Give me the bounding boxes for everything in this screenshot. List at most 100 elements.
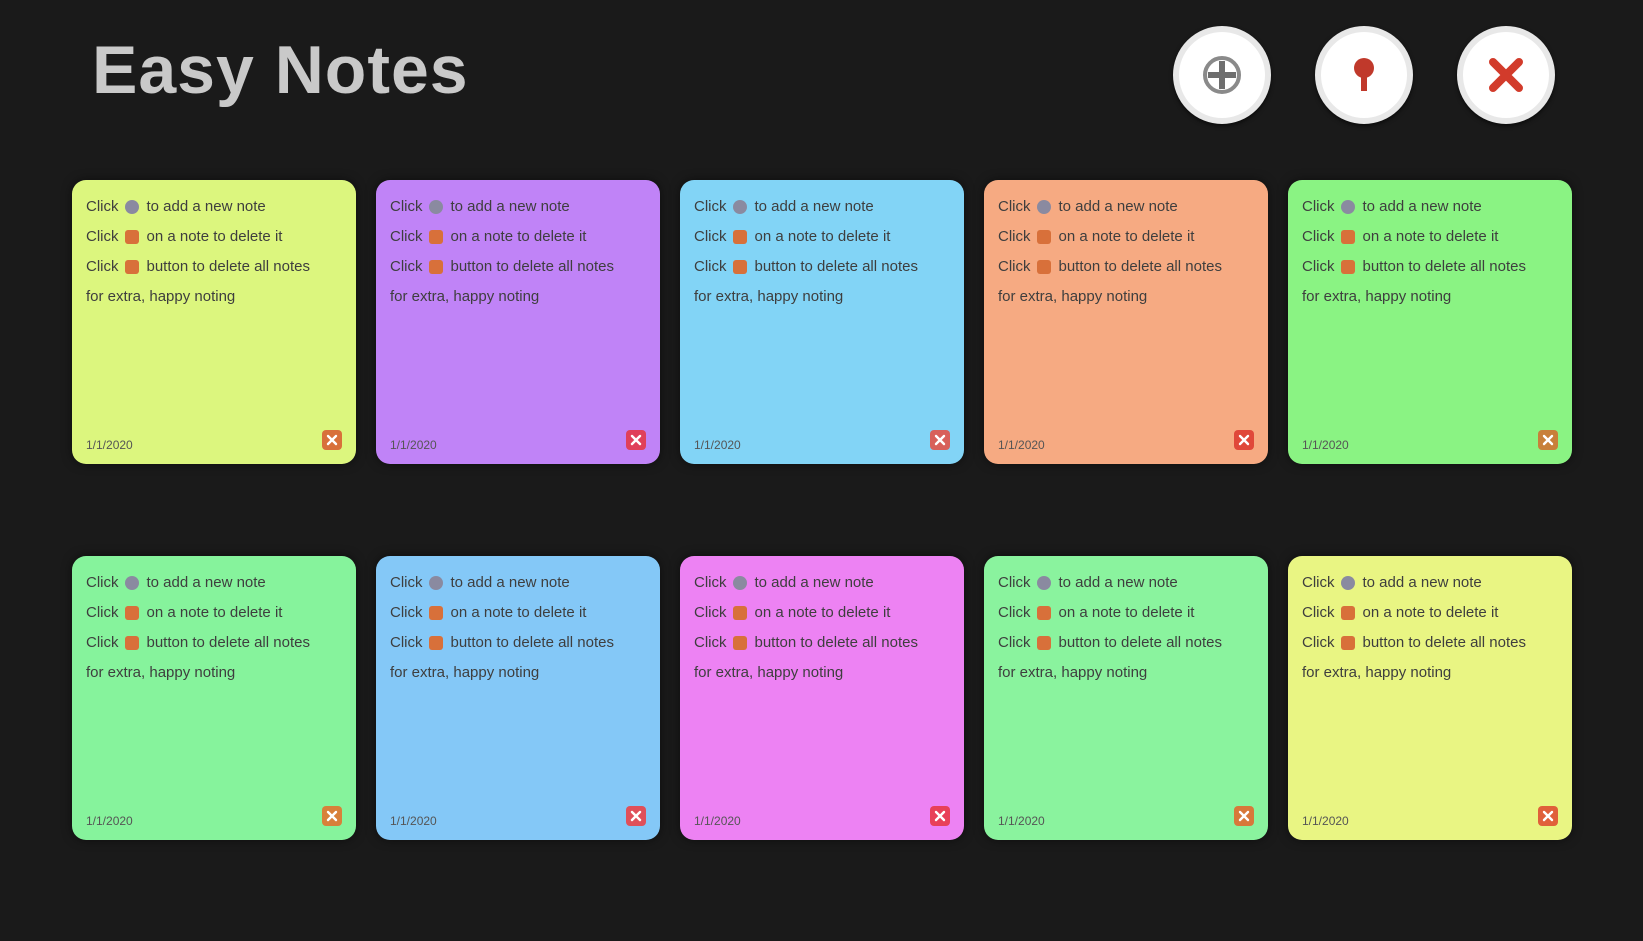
close-button[interactable]: [1457, 26, 1555, 124]
note-card[interactable]: Click to add a new note Click on a note …: [72, 556, 356, 840]
note-line-prefix: Click: [998, 604, 1031, 621]
note-line: Click on a note to delete it: [694, 598, 952, 628]
note-line: for extra, happy noting: [998, 282, 1256, 312]
note-line: Click to add a new note: [998, 192, 1256, 222]
note-card[interactable]: Click to add a new note Click on a note …: [1288, 556, 1572, 840]
notes-grid: Click to add a new note Click on a note …: [72, 180, 1572, 840]
close-icon: [934, 810, 946, 822]
note-line: Click button to delete all notes: [390, 628, 648, 658]
plus-icon: [1203, 56, 1241, 94]
note-line: for extra, happy noting: [1302, 658, 1560, 688]
note-card[interactable]: Click to add a new note Click on a note …: [376, 180, 660, 464]
close-icon: [1542, 434, 1554, 446]
note-line: Click to add a new note: [694, 568, 952, 598]
close-icon: [1238, 434, 1250, 446]
note-line-text: button to delete all notes: [754, 634, 918, 651]
note-delete-button[interactable]: [1538, 430, 1558, 450]
note-line-text: to add a new note: [1362, 574, 1482, 591]
note-line-text: to add a new note: [450, 574, 570, 591]
note-date: 1/1/2020: [390, 814, 437, 828]
note-line-text: on a note to delete it: [754, 604, 891, 621]
note-line-prefix: Click: [390, 634, 423, 651]
delete-icon: [732, 636, 747, 650]
note-line: for extra, happy noting: [1302, 282, 1560, 312]
note-delete-button[interactable]: [930, 806, 950, 826]
note-line-prefix: Click: [86, 634, 119, 651]
close-icon: [326, 810, 338, 822]
close-icon: [1238, 810, 1250, 822]
note-card[interactable]: Click to add a new note Click on a note …: [984, 180, 1268, 464]
note-card[interactable]: Click to add a new note Click on a note …: [376, 556, 660, 840]
note-line-text: for extra, happy noting: [1302, 664, 1452, 681]
note-line-text: for extra, happy noting: [694, 288, 844, 305]
note-line: for extra, happy noting: [86, 658, 344, 688]
pin-button[interactable]: [1315, 26, 1413, 124]
delete-icon: [732, 260, 747, 274]
note-line-text: on a note to delete it: [1058, 604, 1195, 621]
note-line: Click to add a new note: [390, 568, 648, 598]
note-line-prefix: Click: [390, 604, 423, 621]
note-delete-button[interactable]: [322, 806, 342, 826]
note-line: Click to add a new note: [390, 192, 648, 222]
note-line: for extra, happy noting: [694, 282, 952, 312]
note-line-prefix: Click: [694, 604, 727, 621]
note-line: Click on a note to delete it: [1302, 222, 1560, 252]
note-delete-button[interactable]: [930, 430, 950, 450]
pin-icon: [124, 230, 139, 244]
note-line-text: button to delete all notes: [146, 258, 310, 275]
note-line-prefix: Click: [390, 228, 423, 245]
note-delete-button[interactable]: [626, 806, 646, 826]
add-note-button[interactable]: [1173, 26, 1271, 124]
note-line-text: on a note to delete it: [450, 604, 587, 621]
pin-icon: [428, 230, 443, 244]
pin-icon: [1340, 230, 1355, 244]
note-card[interactable]: Click to add a new note Click on a note …: [680, 180, 964, 464]
app-title: Easy Notes: [92, 32, 469, 108]
note-line: Click button to delete all notes: [390, 252, 648, 282]
note-line: Click on a note to delete it: [998, 222, 1256, 252]
note-date: 1/1/2020: [694, 438, 741, 452]
note-date: 1/1/2020: [998, 438, 1045, 452]
note-line-text: to add a new note: [450, 198, 570, 215]
note-date: 1/1/2020: [86, 814, 133, 828]
note-line: Click button to delete all notes: [1302, 628, 1560, 658]
note-line-text: for extra, happy noting: [86, 288, 236, 305]
note-delete-button[interactable]: [1234, 430, 1254, 450]
note-card[interactable]: Click to add a new note Click on a note …: [1288, 180, 1572, 464]
close-icon: [934, 434, 946, 446]
plus-icon: [732, 200, 747, 214]
note-card[interactable]: Click to add a new note Click on a note …: [72, 180, 356, 464]
note-line-text: button to delete all notes: [754, 258, 918, 275]
pin-icon: [1340, 606, 1355, 620]
note-line-text: on a note to delete it: [146, 228, 283, 245]
note-line-text: for extra, happy noting: [390, 288, 540, 305]
pin-icon: [1354, 58, 1374, 91]
note-delete-button[interactable]: [626, 430, 646, 450]
note-delete-button[interactable]: [322, 430, 342, 450]
note-date: 1/1/2020: [998, 814, 1045, 828]
delete-icon: [1036, 260, 1051, 274]
note-card[interactable]: Click to add a new note Click on a note …: [680, 556, 964, 840]
note-line-text: button to delete all notes: [1058, 634, 1222, 651]
note-delete-button[interactable]: [1234, 806, 1254, 826]
note-date: 1/1/2020: [1302, 438, 1349, 452]
note-line: Click on a note to delete it: [390, 598, 648, 628]
note-delete-button[interactable]: [1538, 806, 1558, 826]
note-line-text: for extra, happy noting: [1302, 288, 1452, 305]
toolbar: [1173, 26, 1555, 124]
note-line: Click to add a new note: [1302, 568, 1560, 598]
note-line: for extra, happy noting: [998, 658, 1256, 688]
note-line-text: to add a new note: [754, 198, 874, 215]
note-line-text: to add a new note: [1362, 198, 1482, 215]
note-line-prefix: Click: [1302, 634, 1335, 651]
note-card[interactable]: Click to add a new note Click on a note …: [984, 556, 1268, 840]
pin-icon: [124, 606, 139, 620]
note-line-prefix: Click: [1302, 258, 1335, 275]
note-line-prefix: Click: [390, 574, 423, 591]
note-line-prefix: Click: [1302, 228, 1335, 245]
note-line: Click to add a new note: [998, 568, 1256, 598]
note-line-prefix: Click: [1302, 198, 1335, 215]
delete-icon: [1340, 636, 1355, 650]
note-line-prefix: Click: [390, 258, 423, 275]
close-icon: [326, 434, 338, 446]
